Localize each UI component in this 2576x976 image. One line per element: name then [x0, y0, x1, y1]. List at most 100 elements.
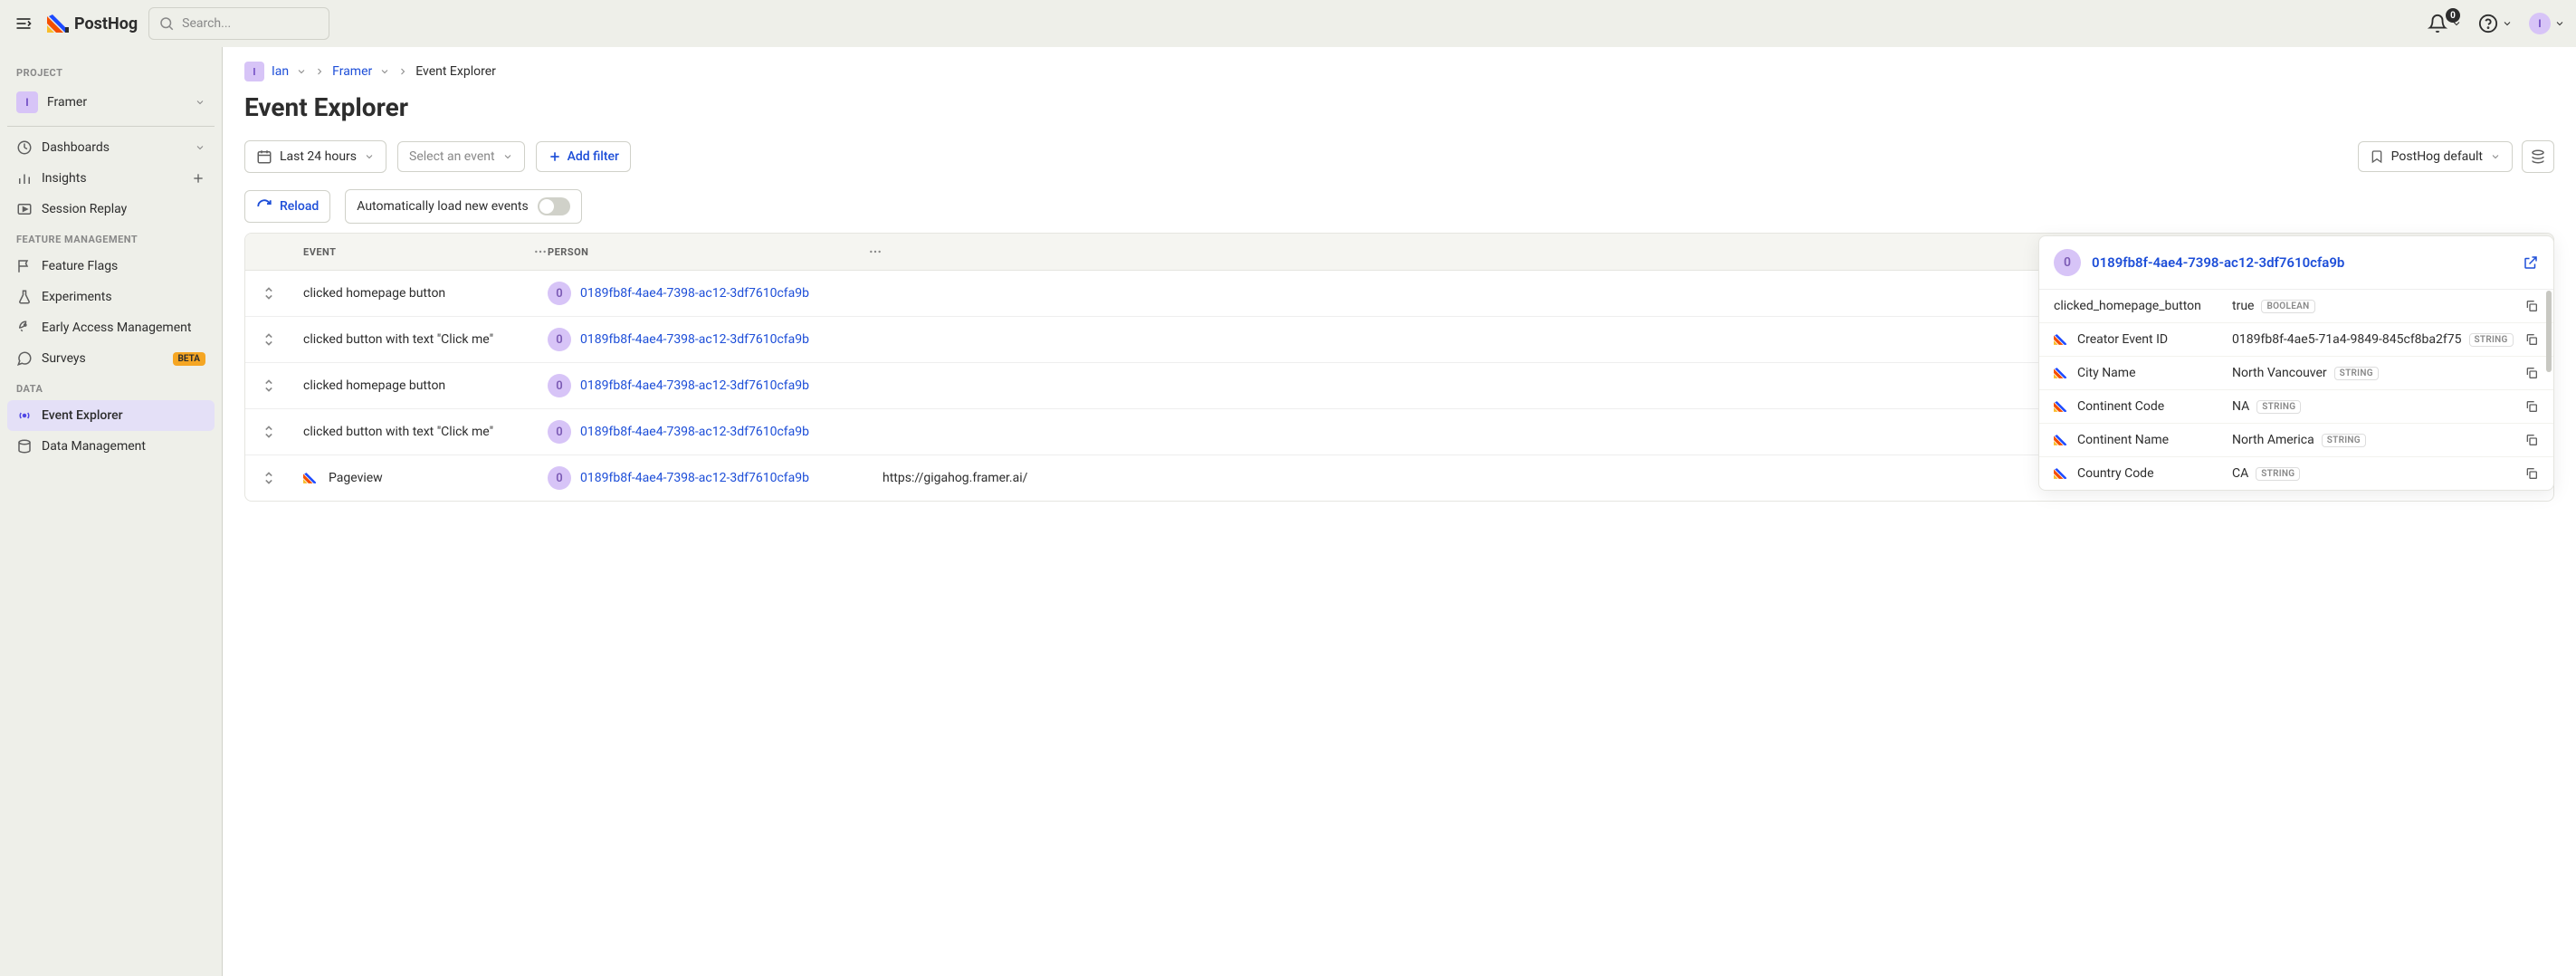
- expand-row-button[interactable]: [260, 471, 278, 485]
- sidebar-section-data: DATA: [7, 374, 215, 400]
- sidebar-section-feature: FEATURE MANAGEMENT: [7, 225, 215, 251]
- property-value: true: [2232, 299, 2254, 313]
- property-value: NA: [2232, 399, 2249, 414]
- help-button[interactable]: [2478, 14, 2513, 33]
- hamburger-icon: [14, 14, 33, 33]
- sidebar: PROJECT I Framer Dashboards Insights Ses…: [0, 47, 223, 976]
- property-type-tag: STRING: [2322, 434, 2366, 447]
- person-chip[interactable]: 0 0189fb8f-4ae4-7398-ac12-3df7610cfa9b: [548, 282, 809, 305]
- sidebar-item-event-explorer[interactable]: Event Explorer: [7, 400, 215, 431]
- property-key: City Name: [2054, 366, 2221, 380]
- global-search-input[interactable]: Search...: [148, 7, 329, 40]
- event-select-button[interactable]: Select an event: [397, 141, 525, 172]
- saved-config-label: PostHog default: [2391, 149, 2483, 164]
- saved-config-button[interactable]: PostHog default: [2358, 141, 2513, 172]
- user-menu-button[interactable]: I: [2529, 13, 2565, 34]
- more-icon[interactable]: [868, 244, 883, 259]
- topbar: PostHog Search... 0 I: [0, 0, 2576, 47]
- breadcrumb-page: Event Explorer: [415, 64, 496, 79]
- notification-count: 0: [2446, 8, 2460, 23]
- property-type-tag: STRING: [2256, 467, 2300, 481]
- plus-icon[interactable]: [191, 171, 205, 186]
- chat-icon: [16, 350, 33, 367]
- add-filter-button[interactable]: Add filter: [536, 141, 631, 172]
- copy-button[interactable]: [2524, 366, 2539, 380]
- columns-config-button[interactable]: [2522, 140, 2554, 173]
- sidebar-item-surveys[interactable]: Surveys BETA: [7, 343, 215, 374]
- sidebar-item-dashboards[interactable]: Dashboards: [7, 132, 215, 163]
- person-id[interactable]: 0189fb8f-4ae4-7398-ac12-3df7610cfa9b: [580, 425, 809, 439]
- expand-row-button[interactable]: [260, 425, 278, 439]
- detail-person-id[interactable]: 0189fb8f-4ae4-7398-ac12-3df7610cfa9b: [2092, 254, 2344, 271]
- reload-row: Reload Automatically load new events: [244, 189, 2554, 224]
- property-key: Creator Event ID: [2054, 332, 2221, 347]
- expand-row-button[interactable]: [260, 286, 278, 301]
- open-external-icon[interactable]: [2523, 254, 2539, 271]
- sidebar-item-insights[interactable]: Insights: [7, 163, 215, 194]
- person-avatar: 0: [548, 420, 571, 444]
- event-name: clicked button with text "Click me": [303, 332, 493, 347]
- sidebar-item-data-management[interactable]: Data Management: [7, 431, 215, 462]
- reload-button[interactable]: Reload: [244, 190, 330, 223]
- detail-scrollbar[interactable]: [2546, 291, 2552, 372]
- property-value: 0189fb8f-4ae5-71a4-9849-845cf8ba2f75: [2232, 332, 2462, 347]
- breadcrumb-project[interactable]: Framer: [332, 64, 372, 79]
- copy-button[interactable]: [2524, 433, 2539, 447]
- chevron-down-icon: [2490, 151, 2501, 162]
- expand-row-button[interactable]: [260, 378, 278, 393]
- search-placeholder: Search...: [182, 16, 231, 31]
- person-id[interactable]: 0189fb8f-4ae4-7398-ac12-3df7610cfa9b: [580, 471, 809, 485]
- sidebar-item-experiments[interactable]: Experiments: [7, 282, 215, 312]
- notifications-button[interactable]: 0: [2428, 14, 2462, 33]
- property-key: Country Code: [2054, 466, 2221, 481]
- property-type-tag: STRING: [2469, 333, 2514, 347]
- person-chip[interactable]: 0 0189fb8f-4ae4-7398-ac12-3df7610cfa9b: [548, 466, 809, 490]
- sidebar-item-label: Feature Flags: [42, 259, 118, 273]
- breadcrumb-org[interactable]: Ian: [272, 64, 289, 79]
- add-filter-label: Add filter: [568, 149, 619, 164]
- search-icon: [158, 15, 175, 32]
- person-avatar: 0: [548, 282, 571, 305]
- person-id[interactable]: 0189fb8f-4ae4-7398-ac12-3df7610cfa9b: [580, 332, 809, 347]
- menu-toggle-button[interactable]: [11, 11, 36, 36]
- chevron-right-icon: [397, 66, 408, 77]
- person-avatar: 0: [548, 466, 571, 490]
- copy-button[interactable]: [2524, 299, 2539, 313]
- property-value: CA: [2232, 466, 2248, 481]
- person-avatar: 0: [548, 328, 571, 351]
- sidebar-item-session-replay[interactable]: Session Replay: [7, 194, 215, 225]
- date-range-button[interactable]: Last 24 hours: [244, 140, 386, 173]
- person-chip[interactable]: 0 0189fb8f-4ae4-7398-ac12-3df7610cfa9b: [548, 328, 809, 351]
- chevron-down-icon[interactable]: [296, 66, 307, 77]
- copy-button[interactable]: [2524, 332, 2539, 347]
- beta-badge: BETA: [173, 352, 206, 366]
- reload-label: Reload: [280, 199, 319, 214]
- auto-load-toggle-group: Automatically load new events: [345, 189, 581, 224]
- copy-button[interactable]: [2524, 399, 2539, 414]
- posthog-wordmark: PostHog: [74, 14, 138, 33]
- posthog-mini-icon: [2054, 468, 2066, 479]
- person-id[interactable]: 0189fb8f-4ae4-7398-ac12-3df7610cfa9b: [580, 286, 809, 301]
- project-name: Framer: [47, 95, 87, 110]
- sidebar-item-early-access[interactable]: Early Access Management: [7, 312, 215, 343]
- insights-icon: [16, 170, 33, 187]
- bookmark-icon: [2370, 149, 2384, 164]
- header-person: PERSON: [548, 246, 588, 258]
- project-switcher[interactable]: I Framer: [7, 84, 215, 120]
- property-type-tag: STRING: [2256, 400, 2301, 414]
- posthog-logo[interactable]: PostHog: [47, 14, 138, 33]
- sidebar-item-feature-flags[interactable]: Feature Flags: [7, 251, 215, 282]
- auto-load-toggle[interactable]: [538, 197, 570, 215]
- copy-button[interactable]: [2524, 466, 2539, 481]
- chevron-down-icon: [2554, 18, 2565, 29]
- person-chip[interactable]: 00189fb8f-4ae4-7398-ac12-3df7610cfa9b: [548, 374, 809, 397]
- bell-icon: [2428, 14, 2447, 33]
- person-id[interactable]: 0189fb8f-4ae4-7398-ac12-3df7610cfa9b: [580, 378, 809, 393]
- person-chip[interactable]: 0 0189fb8f-4ae4-7398-ac12-3df7610cfa9b: [548, 420, 809, 444]
- expand-row-button[interactable]: [260, 332, 278, 347]
- chevron-down-icon[interactable]: [379, 66, 390, 77]
- detail-header: 0 0189fb8f-4ae4-7398-ac12-3df7610cfa9b: [2039, 236, 2553, 290]
- posthog-mini-icon: [2054, 435, 2066, 445]
- breadcrumb-org-avatar: I: [244, 62, 264, 81]
- more-icon[interactable]: [533, 244, 548, 259]
